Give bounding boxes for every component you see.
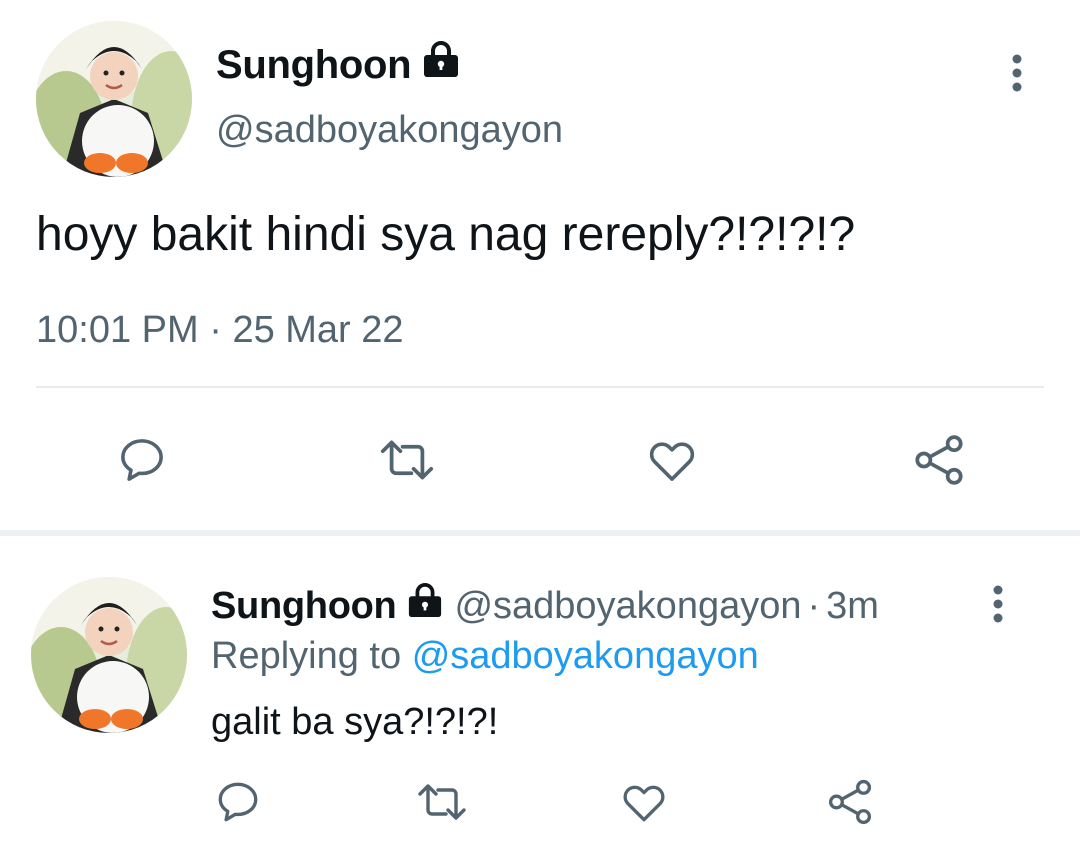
reply-display-name[interactable]: Sunghoon: [211, 580, 397, 632]
tweet-text: hoyy bakit hindi sya nag rereply?!?!?!?: [36, 208, 856, 261]
share-button[interactable]: [824, 778, 876, 830]
replying-mention-link[interactable]: @sadboyakongayon: [412, 635, 759, 677]
reply-avatar[interactable]: [31, 577, 187, 733]
reply-handle[interactable]: @sadboyakongayon: [454, 580, 801, 632]
share-icon: [825, 777, 875, 832]
tweet-timestamp[interactable]: 10:01 PM · 25 Mar 22: [36, 306, 404, 354]
more-vertical-icon[interactable]: [978, 582, 1018, 626]
heart-icon: [619, 777, 669, 832]
like-button[interactable]: [642, 432, 702, 492]
more-vertical-icon[interactable]: [994, 50, 1040, 96]
reply-button[interactable]: [212, 778, 264, 830]
heart-icon: [644, 433, 700, 492]
meta-separator: ·: [807, 585, 821, 627]
share-button[interactable]: [908, 432, 970, 492]
display-name-text[interactable]: Sunghoon: [216, 41, 412, 89]
tweet-time[interactable]: 10:01 PM: [36, 309, 199, 351]
reply-time[interactable]: 3m: [826, 580, 879, 632]
reply-icon: [115, 433, 169, 492]
reply-tweet-text: galit ba sya?!?!?!: [211, 701, 499, 743]
replying-prefix: Replying to: [211, 635, 402, 677]
like-button[interactable]: [618, 778, 670, 830]
tweet-date[interactable]: 25 Mar 22: [232, 309, 403, 351]
share-icon: [910, 432, 968, 493]
retweet-icon: [374, 433, 440, 492]
display-name[interactable]: Sunghoon: [216, 40, 461, 89]
retweet-button[interactable]: [374, 432, 440, 492]
reply-button[interactable]: [112, 432, 172, 492]
retweet-button[interactable]: [412, 778, 472, 830]
handle[interactable]: @sadboyakongayon: [216, 106, 563, 154]
meta-separator: ·: [209, 309, 222, 351]
reply-icon: [213, 777, 263, 832]
lock-icon: [406, 580, 444, 632]
main-avatar[interactable]: [36, 21, 192, 177]
lock-icon: [421, 40, 461, 89]
reply-header: Sunghoon @sadboyakongayon · 3m: [211, 580, 879, 632]
section-divider: [0, 530, 1080, 536]
divider: [36, 386, 1044, 388]
replying-to: Replying to @sadboyakongayon: [211, 630, 759, 682]
retweet-icon: [412, 778, 472, 831]
